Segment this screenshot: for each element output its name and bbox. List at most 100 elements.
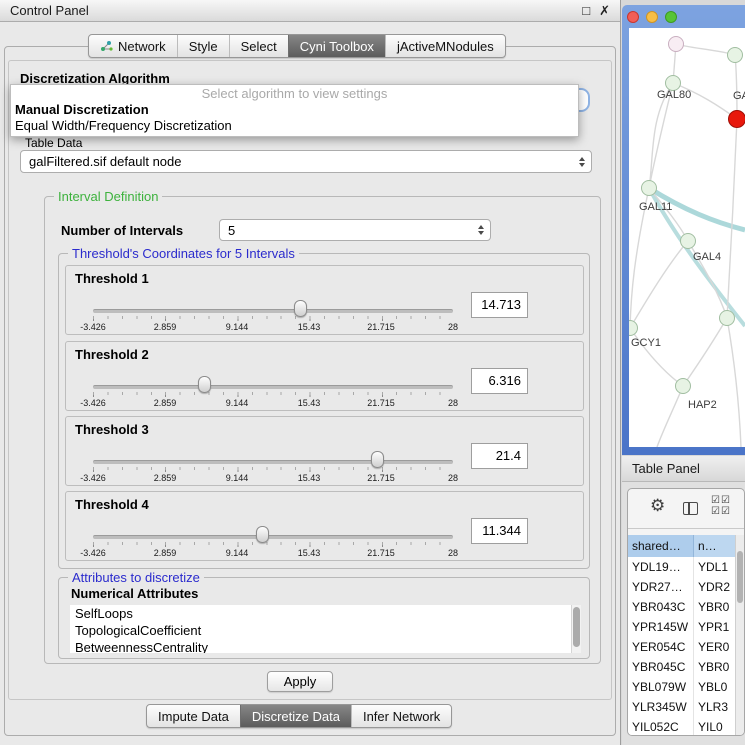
scrollbar-thumb[interactable]	[737, 551, 743, 603]
table-row[interactable]: YIL052CYIL0	[628, 717, 735, 736]
cell: YER0	[694, 637, 735, 657]
cell: YLR3	[694, 697, 735, 717]
threshold-4-group: Threshold 4 -3.426 2.859 9.144 15.43 21.…	[65, 491, 584, 561]
stepper-arrows-icon	[478, 225, 484, 235]
scrollbar-thumb[interactable]	[573, 607, 580, 647]
list-item[interactable]: BetweennessCentrality	[70, 639, 581, 653]
threshold-4-value-field[interactable]: 11.344	[471, 518, 528, 544]
attributes-group: Attributes to discretize Numerical Attri…	[58, 577, 590, 659]
threshold-2-label: Threshold 2	[75, 347, 149, 362]
algorithm-option-manual[interactable]: Manual Discretization	[11, 102, 578, 118]
list-item[interactable]: SelfLoops	[70, 605, 581, 622]
tick-label: 15.43	[298, 322, 321, 332]
tick-label: 28	[448, 398, 458, 408]
thresholds-group: Threshold's Coordinates for 5 Intervals …	[58, 253, 590, 569]
tab-style-label: Style	[189, 39, 218, 54]
threshold-4-slider-thumb[interactable]	[256, 526, 269, 543]
tab-infer-network[interactable]: Infer Network	[351, 705, 451, 727]
tick-marks-minor	[93, 316, 454, 319]
list-item[interactable]: TopologicalCoefficient	[70, 622, 581, 639]
algorithm-option-equal-width[interactable]: Equal Width/Frequency Discretization	[11, 118, 578, 134]
tick-label: 28	[448, 548, 458, 558]
network-node[interactable]	[668, 36, 684, 52]
network-view-window: GAL80 GA GAL11 GAL4 GCY1 HAP2	[622, 5, 745, 455]
control-panel-tabs: Network Style Select Cyni Toolbox jActiv…	[88, 34, 506, 58]
number-of-intervals-combo[interactable]: 5	[219, 219, 491, 241]
tick-label: 21.715	[367, 398, 395, 408]
tick-marks-minor	[93, 392, 454, 395]
threshold-4-slider-track[interactable]	[93, 535, 453, 539]
close-window-button[interactable]: ✗	[599, 3, 610, 19]
table-row[interactable]: YPR145WYPR1	[628, 617, 735, 637]
node-label-gal80: GAL80	[657, 89, 691, 101]
cell: YIL052C	[628, 717, 694, 736]
node-label-hap2: HAP2	[688, 399, 717, 411]
tick-marks-minor	[93, 467, 454, 470]
node-label-partial: GA	[733, 90, 745, 102]
threshold-3-slider-thumb[interactable]	[371, 451, 384, 468]
network-node[interactable]	[727, 47, 743, 63]
tab-select[interactable]: Select	[229, 35, 288, 57]
threshold-1-slider-track[interactable]	[93, 309, 453, 313]
tick-label: 9.144	[226, 473, 249, 483]
table-panel-title: Table Panel	[622, 456, 745, 482]
tab-network[interactable]: Network	[89, 35, 177, 57]
threshold-2-slider-track[interactable]	[93, 385, 453, 389]
network-node-hap2[interactable]	[675, 378, 691, 394]
threshold-1-group: Threshold 1 -3.426 2.859 9.144 15.43 21.…	[65, 265, 584, 335]
thresholds-legend: Threshold's Coordinates for 5 Intervals	[68, 246, 299, 261]
tick-label: -3.426	[80, 398, 106, 408]
column-header-name[interactable]: n…	[694, 535, 735, 557]
table-row[interactable]: YBL079WYBL0	[628, 677, 735, 697]
columns-icon[interactable]	[683, 502, 698, 515]
table-row[interactable]: YDL19…YDL1	[628, 557, 735, 577]
threshold-3-slider-track[interactable]	[93, 460, 453, 464]
table-data-combo[interactable]: galFiltered.sif default node	[20, 150, 592, 173]
tick-label: -3.426	[80, 473, 106, 483]
threshold-1-slider-thumb[interactable]	[294, 300, 307, 317]
threshold-3-value-field[interactable]: 21.4	[471, 443, 528, 469]
tick-marks-minor	[93, 542, 454, 545]
tab-impute-data[interactable]: Impute Data	[147, 705, 240, 727]
threshold-2-value-field[interactable]: 6.316	[471, 368, 528, 394]
tab-style[interactable]: Style	[177, 35, 229, 57]
network-node-gal11[interactable]	[641, 180, 657, 196]
tab-discretize-data[interactable]: Discretize Data	[240, 705, 351, 727]
column-header-shared[interactable]: shared…	[628, 535, 694, 557]
cell: YDL1	[694, 557, 735, 577]
network-canvas[interactable]: GAL80 GA GAL11 GAL4 GCY1 HAP2	[629, 28, 745, 447]
select-columns-icon[interactable]: ☑☑☑☑	[711, 495, 731, 517]
attributes-scrollbar[interactable]	[571, 605, 581, 653]
table-row[interactable]: YDR27…YDR2	[628, 577, 735, 597]
table-row[interactable]: YLR345WYLR3	[628, 697, 735, 717]
network-node[interactable]	[719, 310, 735, 326]
minimize-traffic-light[interactable]	[646, 11, 658, 23]
network-node-gal4[interactable]	[680, 233, 696, 249]
threshold-2-slider-thumb[interactable]	[198, 376, 211, 393]
table-row[interactable]: YER054CYER0	[628, 637, 735, 657]
tab-cyni-toolbox[interactable]: Cyni Toolbox	[288, 35, 385, 57]
apply-button[interactable]: Apply	[267, 671, 333, 692]
table-row[interactable]: YBR043CYBR0	[628, 597, 735, 617]
threshold-4-label: Threshold 4	[75, 497, 149, 512]
control-panel-window: Control Panel □ ✗ Network Style Select C…	[0, 0, 621, 745]
zoom-traffic-light[interactable]	[665, 11, 677, 23]
tab-jactivemodules[interactable]: jActiveMNodules	[385, 35, 505, 57]
close-traffic-light[interactable]	[627, 11, 639, 23]
cell: YDR27…	[628, 577, 694, 597]
table-panel-window: ⚙ ☑☑☑☑ shared… n… YDL19…YDL1 YDR27…YDR2 …	[627, 488, 745, 736]
float-window-button[interactable]: □	[582, 3, 590, 18]
tick-label: 28	[448, 473, 458, 483]
threshold-1-value-field[interactable]: 14.713	[471, 292, 528, 318]
cell: YER054C	[628, 637, 694, 657]
tick-label: 2.859	[154, 548, 177, 558]
network-window-titlebar[interactable]	[622, 5, 745, 28]
tab-impute-data-label: Impute Data	[158, 709, 229, 724]
table-row[interactable]: YBR045CYBR0	[628, 657, 735, 677]
tick-label: 21.715	[367, 322, 395, 332]
network-node-selected-red[interactable]	[728, 110, 745, 128]
window-title: Control Panel	[10, 3, 89, 18]
tick-label: 15.43	[298, 473, 321, 483]
gear-icon[interactable]: ⚙	[650, 496, 665, 516]
table-scrollbar[interactable]	[735, 535, 744, 735]
